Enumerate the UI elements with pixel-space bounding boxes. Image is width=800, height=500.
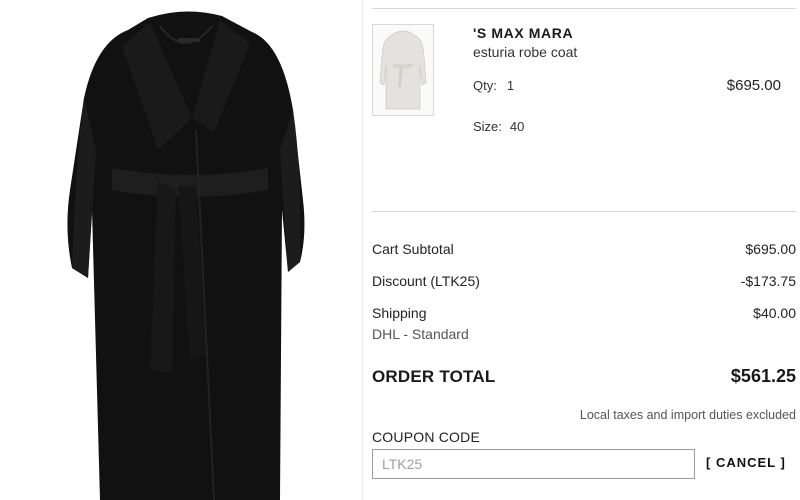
product-thumbnail[interactable] [372,24,434,116]
subtotal-label: Cart Subtotal [372,241,454,257]
quantity-label: Qty: [473,78,497,93]
quantity-value: 1 [506,78,515,93]
shipping-method: DHL - Standard [372,326,469,342]
size-label: Size: [473,119,502,134]
coupon-input[interactable] [372,449,695,479]
product-name[interactable]: esturia robe coat [473,44,577,60]
order-total-value: $561.25 [730,366,796,386]
subtotal-value: $695.00 [745,241,796,257]
summary-divider [372,211,796,212]
top-divider [372,8,796,9]
size-value: 40 [509,119,525,134]
product-price: $695.00 [726,77,781,94]
product-brand[interactable]: 'S MAX MARA [473,25,573,41]
discount-value: -$173.75 [740,273,796,289]
panel-divider [362,0,363,500]
black-coat-illustration [67,11,305,500]
cancel-coupon-button[interactable]: [ CANCEL ] [706,455,786,470]
shipping-value: $40.00 [753,305,796,321]
discount-label: Discount (LTK25) [372,273,480,289]
order-total-label: ORDER TOTAL [372,367,496,386]
size: Size: 40 [473,119,524,134]
light-grey-robe-coat-icon [379,30,427,110]
quantity: Qty: 1 [473,78,514,93]
shipping-label: Shipping [372,305,427,321]
tax-note: Local taxes and import duties excluded [579,408,796,422]
coupon-label: COUPON CODE [372,429,480,445]
product-image [0,0,362,500]
